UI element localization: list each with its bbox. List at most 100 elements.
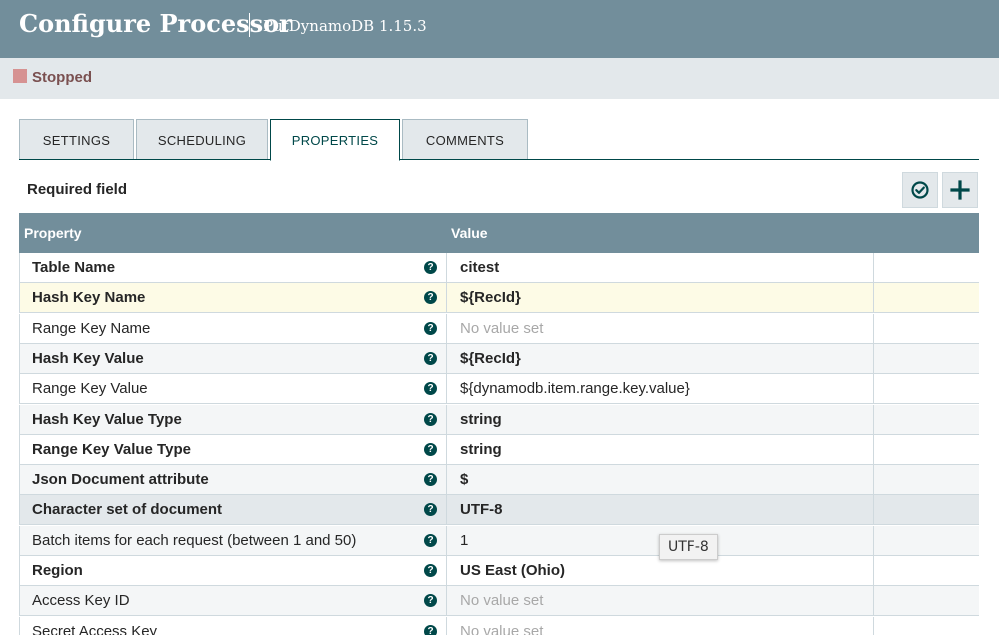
grid-header: Property Value	[19, 213, 979, 253]
property-value-cell[interactable]: string	[446, 434, 873, 465]
tab-settings[interactable]: SETTINGS	[19, 119, 134, 160]
table-row[interactable]: Character set of document? UTF-8	[19, 495, 979, 526]
required-field-label: Required field	[27, 181, 128, 198]
property-value-cell[interactable]: citest	[446, 253, 873, 283]
tabs-underline	[19, 159, 979, 160]
help-icon[interactable]: ?	[424, 351, 437, 365]
property-value-cell[interactable]: US East (Ohio)	[446, 556, 873, 586]
table-row[interactable]: Hash Key Value Type? string	[19, 404, 979, 435]
property-name-cell: Json Document attribute?	[19, 465, 446, 496]
help-icon[interactable]: ?	[424, 564, 437, 577]
table-row[interactable]: Json Document attribute? $	[19, 465, 979, 496]
property-name: Hash Key Value Type	[32, 410, 182, 428]
column-header-value[interactable]: Value	[451, 225, 488, 241]
help-icon[interactable]: ?	[424, 382, 437, 396]
dialog-title: Configure Processor	[19, 9, 292, 38]
property-name: Hash Key Value	[32, 349, 144, 367]
property-value-cell[interactable]: string	[446, 404, 873, 435]
table-row[interactable]: Table Name? citest	[19, 253, 979, 283]
property-name: Range Key Value Type	[32, 440, 191, 458]
table-row[interactable]: Hash Key Name? ${RecId}	[19, 283, 979, 314]
property-name: Table Name	[32, 259, 116, 276]
property-value-cell[interactable]: $	[446, 465, 873, 496]
property-name-cell: Secret Access Key?	[19, 616, 446, 635]
property-name-cell: Range Key Name?	[19, 313, 446, 344]
help-icon[interactable]: ?	[424, 533, 437, 547]
row-actions-cell	[873, 404, 979, 435]
property-name: Hash Key Name	[32, 289, 146, 307]
property-value-cell[interactable]: ${RecId}	[446, 343, 873, 374]
row-actions-cell	[873, 586, 979, 617]
help-icon[interactable]: ?	[424, 412, 437, 426]
check-circle-icon	[911, 181, 929, 199]
property-value: 1	[460, 531, 469, 549]
row-actions-cell	[873, 374, 979, 405]
dialog-header: Configure Processor PutDynamoDB 1.15.3	[0, 0, 999, 58]
row-actions-cell	[873, 556, 979, 586]
property-value: string	[460, 410, 502, 428]
tab-comments[interactable]: COMMENTS	[402, 119, 528, 160]
help-icon[interactable]: ?	[424, 503, 437, 517]
property-name-cell: Table Name?	[19, 253, 446, 283]
property-value-cell[interactable]: No value set	[446, 313, 873, 344]
help-icon[interactable]: ?	[424, 594, 437, 608]
property-name-cell: Region?	[19, 556, 446, 586]
property-value: No value set	[460, 622, 544, 635]
help-icon[interactable]: ?	[424, 624, 437, 635]
table-row[interactable]: Hash Key Value? ${RecId}	[19, 343, 979, 374]
table-row[interactable]: Range Key Name? No value set	[19, 313, 979, 344]
status-bar: Stopped	[0, 58, 999, 99]
property-name: Range Key Name	[32, 319, 151, 337]
row-actions-cell	[873, 616, 979, 635]
row-actions-cell	[873, 313, 979, 344]
table-row[interactable]: Batch items for each request (between 1 …	[19, 525, 979, 556]
property-name-cell: Batch items for each request (between 1 …	[19, 525, 446, 556]
help-icon[interactable]: ?	[424, 321, 437, 335]
help-icon[interactable]: ?	[424, 291, 437, 305]
title-separator	[249, 13, 250, 37]
tab-properties[interactable]: PROPERTIES	[270, 119, 400, 161]
property-value: No value set	[460, 319, 544, 337]
property-name: Batch items for each request (between 1 …	[32, 531, 357, 549]
property-name-cell: Access Key ID?	[19, 586, 446, 617]
tab-scheduling[interactable]: SCHEDULING	[136, 119, 268, 160]
property-name-cell: Hash Key Value Type?	[19, 404, 446, 435]
row-actions-cell	[873, 253, 979, 283]
row-actions-cell	[873, 343, 979, 374]
property-value-cell[interactable]: UTF-8	[446, 495, 873, 526]
property-value-cell[interactable]: ${RecId}	[446, 283, 873, 314]
row-actions-cell	[873, 495, 979, 526]
help-icon[interactable]: ?	[424, 261, 437, 274]
row-actions-cell	[873, 434, 979, 465]
help-icon[interactable]: ?	[424, 442, 437, 456]
add-property-button[interactable]	[942, 172, 978, 208]
property-name: Character set of document	[32, 501, 223, 519]
property-value-cell[interactable]: No value set	[446, 616, 873, 635]
row-actions-cell	[873, 525, 979, 556]
table-row[interactable]: Range Key Value Type? string	[19, 434, 979, 465]
status-label: Stopped	[32, 69, 92, 86]
row-actions-cell	[873, 465, 979, 496]
property-value: UTF-8	[460, 501, 503, 519]
table-row[interactable]: Secret Access Key? No value set	[19, 616, 979, 635]
property-name: Region	[32, 562, 83, 579]
property-name-cell: Hash Key Name?	[19, 283, 446, 314]
property-name: Json Document attribute	[32, 471, 209, 489]
property-value-cell[interactable]: No value set	[446, 586, 873, 617]
property-name-cell: Range Key Value Type?	[19, 434, 446, 465]
property-value: citest	[460, 259, 500, 276]
value-tooltip: UTF-8	[659, 534, 718, 560]
property-value-cell[interactable]: ${dynamodb.item.range.key.value}	[446, 374, 873, 405]
plus-icon	[950, 180, 970, 200]
property-name-cell: Range Key Value?	[19, 374, 446, 405]
table-row[interactable]: Region? US East (Ohio)	[19, 556, 979, 586]
verify-properties-button[interactable]	[902, 172, 938, 208]
property-name: Access Key ID	[32, 592, 130, 610]
property-value: ${RecId}	[460, 349, 521, 367]
table-row[interactable]: Range Key Value? ${dynamodb.item.range.ke…	[19, 374, 979, 405]
column-header-property[interactable]: Property	[24, 225, 82, 241]
property-value: string	[460, 440, 502, 458]
help-icon[interactable]: ?	[424, 473, 437, 487]
table-row[interactable]: Access Key ID? No value set	[19, 586, 979, 617]
property-value: $	[460, 471, 469, 489]
